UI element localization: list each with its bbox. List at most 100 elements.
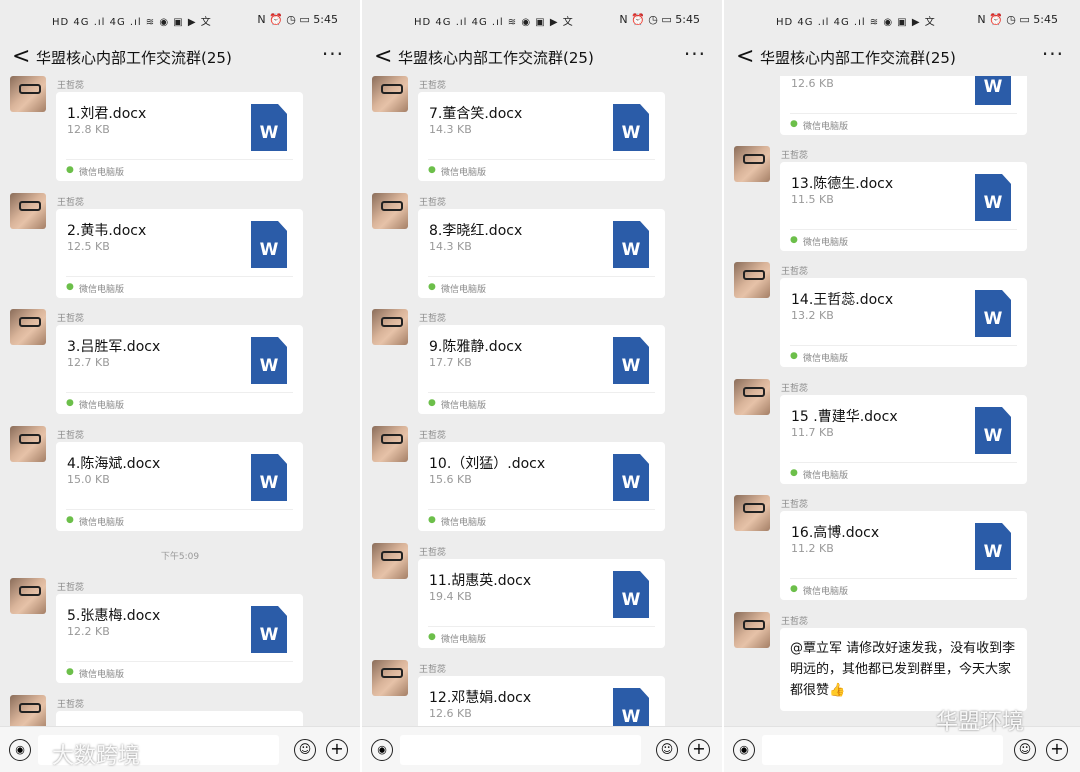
word-doc-icon: W: [613, 571, 649, 618]
avatar[interactable]: [734, 262, 770, 298]
file-size: 11.2 KB: [791, 542, 834, 555]
file-message[interactable]: 16.高博.docx 11.2 KB W ● 微信电脑版: [780, 511, 1027, 600]
sender-name: 王哲蕊: [57, 431, 85, 441]
file-name: 10.（刘猛）.docx: [429, 456, 546, 472]
file-message[interactable]: 1.刘君.docx 12.8 KB W ● 微信电脑版: [56, 92, 303, 181]
status-time: 5:45: [1033, 13, 1058, 26]
divider: [790, 229, 1017, 230]
file-name: 1.刘君.docx: [67, 106, 147, 122]
avatar[interactable]: [10, 309, 46, 345]
file-message[interactable]: 4.陈海斌.docx 15.0 KB W ● 微信电脑版: [56, 442, 303, 531]
source-label: 微信电脑版: [803, 354, 849, 364]
avatar[interactable]: [372, 426, 408, 462]
file-name: 12.邓慧娟.docx: [429, 690, 532, 706]
word-doc-icon: W: [613, 104, 649, 151]
file-size: 15.6 KB: [429, 473, 472, 486]
sender-name: 王哲蕊: [419, 198, 447, 208]
source-label: 微信电脑版: [441, 168, 487, 178]
back-icon[interactable]: <: [12, 44, 30, 69]
word-doc-icon: W: [251, 104, 287, 151]
sender-name: 王哲蕊: [57, 81, 85, 91]
back-icon[interactable]: <: [736, 44, 754, 69]
status-icons-right: N ⏰ ◷ ▭ 5:45: [977, 13, 1058, 26]
more-options-icon[interactable]: ···: [1042, 42, 1064, 66]
sender-name: 王哲蕊: [781, 151, 809, 161]
emoji-icon[interactable]: ☺: [656, 739, 678, 761]
word-doc-icon: W: [975, 174, 1011, 221]
divider: [428, 626, 655, 627]
source-label: 微信电脑版: [79, 670, 125, 680]
wechat-source-icon: ●: [66, 515, 74, 525]
avatar[interactable]: [10, 426, 46, 462]
wechat-source-icon: ●: [428, 515, 436, 525]
word-doc-icon: W: [613, 688, 649, 726]
chat-panel-1: HD 4G .ıl 4G .ıl ≋ ◉ ▣ ▶ 文 N ⏰ ◷ ▭ 5:45 …: [0, 0, 360, 772]
source-label: 微信电脑版: [79, 401, 125, 411]
divider: [66, 509, 293, 510]
file-size: 13.2 KB: [791, 309, 834, 322]
file-message[interactable]: 12.6 KB W ● 微信电脑版: [780, 76, 1027, 135]
avatar[interactable]: [372, 660, 408, 696]
avatar[interactable]: [734, 146, 770, 182]
status-bar: HD 4G .ıl 4G .ıl ≋ ◉ ▣ ▶ 文 N ⏰ ◷ ▭ 5:45: [724, 0, 1080, 40]
file-message[interactable]: 7.董含笑.docx 14.3 KB W ● 微信电脑版: [418, 92, 665, 181]
file-size: 11.5 KB: [791, 193, 834, 206]
file-name: 5.张惠梅.docx: [67, 608, 161, 624]
avatar[interactable]: [734, 612, 770, 648]
avatar[interactable]: [10, 76, 46, 112]
word-doc-icon: W: [251, 337, 287, 384]
file-message[interactable]: 2.黄韦.docx 12.5 KB W ● 微信电脑版: [56, 209, 303, 298]
avatar[interactable]: [372, 309, 408, 345]
message-list[interactable]: 王哲蕊 1.刘君.docx 12.8 KB W ● 微信电脑版 王哲蕊 2.黄韦…: [0, 76, 360, 726]
file-message[interactable]: 13.陈德生.docx 11.5 KB W ● 微信电脑版: [780, 162, 1027, 251]
plus-icon[interactable]: +: [326, 739, 348, 761]
avatar[interactable]: [372, 193, 408, 229]
plus-icon[interactable]: +: [688, 739, 710, 761]
sender-name: 王哲蕊: [419, 548, 447, 558]
file-message[interactable]: 11.胡惠英.docx 19.4 KB W ● 微信电脑版: [418, 559, 665, 648]
file-size: 14.3 KB: [429, 240, 472, 253]
plus-icon[interactable]: +: [1046, 739, 1068, 761]
avatar[interactable]: [10, 193, 46, 229]
voice-icon[interactable]: ◉: [9, 739, 31, 761]
divider: [790, 578, 1017, 579]
file-message[interactable]: 9.陈雅静.docx 17.7 KB W ● 微信电脑版: [418, 325, 665, 414]
emoji-icon[interactable]: ☺: [294, 739, 316, 761]
avatar[interactable]: [372, 76, 408, 112]
sender-name: 王哲蕊: [57, 198, 85, 208]
avatar[interactable]: [372, 543, 408, 579]
file-message[interactable]: 15 .曹建华.docx 11.7 KB W ● 微信电脑版: [780, 395, 1027, 484]
file-message[interactable]: [56, 711, 303, 726]
file-message[interactable]: 5.张惠梅.docx 12.2 KB W ● 微信电脑版: [56, 594, 303, 683]
file-message[interactable]: 14.王哲蕊.docx 13.2 KB W ● 微信电脑版: [780, 278, 1027, 367]
sender-name: 王哲蕊: [419, 431, 447, 441]
file-name: 13.陈德生.docx: [791, 176, 894, 192]
word-doc-icon: W: [613, 454, 649, 501]
message-list[interactable]: 王哲蕊 7.董含笑.docx 14.3 KB W ● 微信电脑版 王哲蕊 8.李…: [362, 76, 722, 726]
message-list[interactable]: 12.6 KB W ● 微信电脑版 王哲蕊 13.陈德生.docx 11.5 K…: [724, 76, 1080, 726]
file-message[interactable]: 10.（刘猛）.docx 15.6 KB W ● 微信电脑版: [418, 442, 665, 531]
more-options-icon[interactable]: ···: [322, 42, 344, 66]
divider: [66, 276, 293, 277]
back-icon[interactable]: <: [374, 44, 392, 69]
wechat-source-icon: ●: [790, 468, 798, 478]
source-label: 微信电脑版: [441, 285, 487, 295]
emoji-icon[interactable]: ☺: [1014, 739, 1036, 761]
message-input[interactable]: [762, 735, 1003, 765]
avatar[interactable]: [10, 695, 46, 726]
file-message[interactable]: 3.吕胜军.docx 12.7 KB W ● 微信电脑版: [56, 325, 303, 414]
file-name: 11.胡惠英.docx: [429, 573, 532, 589]
file-message[interactable]: 12.邓慧娟.docx 12.6 KB W: [418, 676, 665, 726]
voice-icon[interactable]: ◉: [733, 739, 755, 761]
file-message[interactable]: 8.李晓红.docx 14.3 KB W ● 微信电脑版: [418, 209, 665, 298]
word-doc-icon: W: [975, 76, 1011, 105]
message-input[interactable]: [400, 735, 641, 765]
voice-icon[interactable]: ◉: [371, 739, 393, 761]
file-name: 16.高博.docx: [791, 525, 880, 541]
avatar[interactable]: [734, 495, 770, 531]
avatar[interactable]: [10, 578, 46, 614]
timestamp-divider: 下午5:09: [160, 552, 200, 562]
text-message[interactable]: @覃立军 请修改好速发我，没有收到李明远的，其他都已发到群里，今天大家都很赞👍: [780, 628, 1027, 711]
more-options-icon[interactable]: ···: [684, 42, 706, 66]
avatar[interactable]: [734, 379, 770, 415]
